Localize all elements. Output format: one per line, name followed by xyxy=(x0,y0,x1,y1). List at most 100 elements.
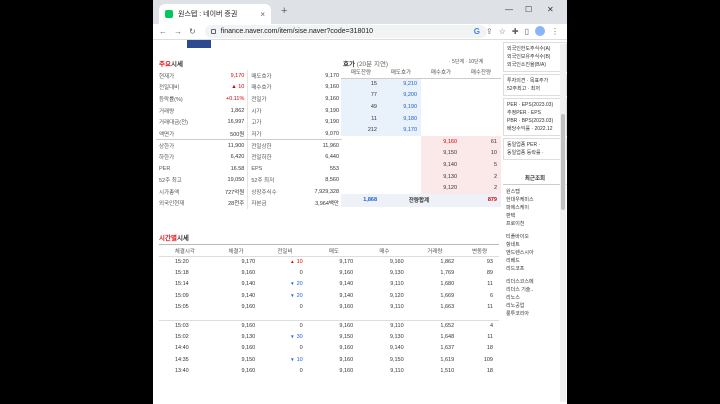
sidebar-icon[interactable]: ▯ xyxy=(525,27,529,36)
empty-cell xyxy=(381,136,421,148)
quote-value: 727억원 xyxy=(225,189,245,196)
bid-row: 9,120 2 xyxy=(341,182,501,194)
new-tab-button[interactable]: + xyxy=(281,5,287,17)
time-row: 14:40 9,160 0 9,160 9,140 1,637 18 xyxy=(159,343,499,354)
share-icon[interactable]: ⇪ xyxy=(486,27,493,36)
ask-price: 9,190 xyxy=(381,101,421,113)
delta-cell: 6 xyxy=(489,292,493,299)
empty-cell xyxy=(381,148,421,160)
quote-label: 등락률(%) xyxy=(159,96,183,103)
main-column: 주요시세 현재가 9,170 매도호가 9,170 전일대비 ▲ 10 매수호가 9,160 등… xyxy=(153,40,501,404)
quote-value: 19,050 xyxy=(227,177,245,184)
price-cell: 9,170 xyxy=(241,259,256,266)
quote-value-2: 9,160 xyxy=(325,95,339,102)
recent-item-link[interactable]: 파에스케이 xyxy=(506,204,564,212)
bid-qty: 5 xyxy=(461,159,501,171)
quote-label-2: 전일상한 xyxy=(247,139,296,152)
price-cell: 9,160 xyxy=(241,270,256,277)
recent-item-link[interactable]: 리베드 xyxy=(506,257,564,265)
recent-title: 최근조회 xyxy=(503,174,567,185)
bid-price: 9,130 xyxy=(421,170,461,183)
time-row: 14:35 9,150 ▼ 10 9,160 9,150 1,619 109 xyxy=(159,354,499,365)
bid-qty: 10 xyxy=(461,147,501,160)
nav-tab-indicator xyxy=(187,40,211,48)
time-header: 매수 xyxy=(359,244,410,257)
quote-value-2: 9,070 xyxy=(295,127,342,141)
browser-tab[interactable]: 원스텝 : 네이버 증권 × xyxy=(159,4,271,24)
recent-item-link[interactable]: 항네트 xyxy=(506,241,564,249)
quote-label-2: 고가 xyxy=(247,116,296,128)
close-window-icon[interactable]: ✕ xyxy=(547,5,554,14)
recent-item-link[interactable]: 리더스 기술.. xyxy=(506,286,564,294)
forward-arrow-icon[interactable]: → xyxy=(174,27,182,36)
quote-row: 시가총액 727억원 상장주식수 7,929,328 xyxy=(156,185,342,198)
reload-icon[interactable]: ↻ xyxy=(189,27,196,36)
empty-cell xyxy=(381,182,421,194)
recent-item-link[interactable]: 리노스 xyxy=(506,294,564,302)
scrollbar[interactable] xyxy=(560,44,566,402)
tab-close-icon[interactable]: × xyxy=(260,10,265,19)
sell-cell: 9,140 xyxy=(339,281,354,288)
recent-item-link[interactable]: 룽투코리아 xyxy=(506,310,564,318)
industry-box: 동일업종 PER · 동일업종 등락률 · xyxy=(503,138,567,160)
quote-value: 11,900 xyxy=(227,142,245,149)
ask-qty: 15 xyxy=(341,78,381,90)
quote-table: 현재가 9,170 매도호가 9,170 전일대비 ▲ 10 매수호가 9,160 등락률(%)… xyxy=(156,70,342,210)
scrollbar-thumb[interactable] xyxy=(561,114,565,210)
foreign-info-link: 외국인소진율(B/A) xyxy=(507,62,546,68)
ask-qty: 49 xyxy=(341,101,381,113)
quote-value-2: 553 xyxy=(329,165,339,172)
volume-cell: 1,862 xyxy=(440,259,455,266)
recent-item-link[interactable]: 엔드렌스시아 xyxy=(506,249,564,257)
buy-cell: 9,110 xyxy=(390,367,404,374)
ask-row: 212 9,170 xyxy=(341,124,501,136)
recent-item-link[interactable]: 한대우케미스 xyxy=(506,196,564,204)
time-row: 15:09 9,140 ▼ 20 9,140 9,120 1,669 6 xyxy=(159,290,499,301)
sell-cell: 9,160 xyxy=(339,323,354,330)
volume-cell: 1,769 xyxy=(440,270,455,277)
buy-cell: 9,120 xyxy=(389,292,404,299)
buy-cell: 9,140 xyxy=(389,345,404,352)
delta-cell: 11 xyxy=(487,334,493,341)
orderbook-header: 매수잔량 xyxy=(461,66,501,79)
orderbook-total-row: 1,868 잔량합계 879 xyxy=(341,193,501,207)
delta-cell: 18 xyxy=(486,367,493,374)
volume-cell: 1,680 xyxy=(440,281,455,288)
extensions-icon[interactable]: ✚ xyxy=(512,27,519,36)
google-icon[interactable]: G xyxy=(474,27,480,36)
sell-cell: 9,160 xyxy=(339,303,354,310)
volume-cell: 1,663 xyxy=(440,303,455,310)
sell-cell: 9,170 xyxy=(339,259,354,266)
ask-row: 11 9,180 xyxy=(341,112,501,125)
minimize-icon[interactable]: — xyxy=(505,5,513,14)
orderbook-step-links[interactable]: · 5단계 · 10단계 xyxy=(449,58,483,65)
bid-qty: 2 xyxy=(461,182,501,194)
recent-item-link[interactable]: 리더스코스메 xyxy=(506,278,564,286)
empty-cell xyxy=(461,101,501,113)
change-cell: 0 xyxy=(299,323,303,330)
quote-label: 현재가 xyxy=(159,73,175,80)
bookmark-star-icon[interactable]: ☆ xyxy=(499,27,506,36)
profile-avatar[interactable] xyxy=(535,26,545,36)
time-cell: 14:35 xyxy=(174,356,189,363)
naver-favicon-icon xyxy=(165,10,173,18)
back-arrow-icon[interactable]: ← xyxy=(159,27,167,36)
sell-cell: 9,160 xyxy=(339,345,354,352)
recent-item-link[interactable]: 리노공업 xyxy=(506,302,564,310)
time-row: 15:05 9,160 0 9,160 9,110 1,663 11 xyxy=(159,301,499,312)
recent-item-link[interactable]: 원스텝 xyxy=(506,188,564,196)
recent-item-link[interactable]: 판택 xyxy=(506,212,564,220)
maximize-icon[interactable]: ☐ xyxy=(525,5,532,14)
price-cell: 9,160 xyxy=(241,367,256,374)
quote-label: 거래량 xyxy=(159,108,175,115)
per-item: 추정PER · EPS xyxy=(507,110,541,116)
time-header: 전일비 xyxy=(261,244,309,257)
quote-value-2: 9,190 xyxy=(325,119,339,126)
recent-item-link[interactable]: 티플바이오 xyxy=(506,233,564,241)
url-bar[interactable]: finance.naver.com/item/sise.naver?code=3… xyxy=(204,25,487,38)
ask-row: 77 9,200 xyxy=(341,89,501,102)
time-row: 15:14 9,140 ▼ 20 9,140 9,110 1,680 11 xyxy=(159,279,499,290)
recent-item-link[interactable]: 리드코프 xyxy=(506,265,564,273)
menu-dots-icon[interactable]: ⋮ xyxy=(551,27,559,36)
recent-item-link[interactable]: 프로이천 xyxy=(506,220,564,228)
